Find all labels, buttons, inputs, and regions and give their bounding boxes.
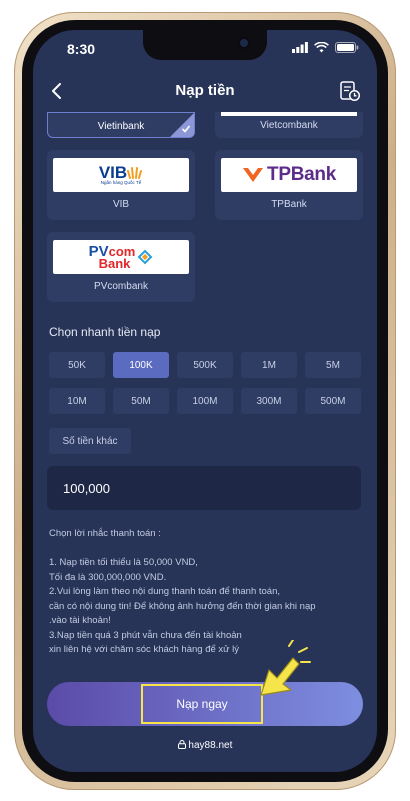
bank-card-vietcombank[interactable]: Vietcombank (215, 112, 363, 138)
bank-logo-tpbank: TPBank (221, 158, 357, 192)
pointer-arrow-icon (260, 640, 311, 696)
bank-logo-vib: VIB Ngân hàng Quốc Tế (53, 158, 189, 192)
amount-option-50k[interactable]: 50K (49, 352, 105, 378)
amount-option-500m[interactable]: 500M (305, 388, 361, 414)
pvcombank-emblem-icon (137, 249, 153, 265)
amount-option-10m[interactable]: 10M (49, 388, 105, 414)
bank-logo-vietcombank (221, 112, 357, 116)
note-line: Tối đa là 300,000,000 VND. (49, 571, 167, 583)
amount-option-100k[interactable]: 100K (113, 352, 169, 378)
note-line: 1. Nạp tiền tối thiểu là 50,000 VND, (49, 557, 198, 568)
footer-domain: hay88.net (33, 740, 377, 751)
bank-label-vib: VIB (112, 199, 130, 210)
quick-amount-title: Chọn nhanh tiền nạp (49, 325, 161, 339)
note-line: 2.Vui lòng làm theo nội dung thanh toán … (49, 586, 280, 597)
bank-card-pvcombank[interactable]: PVcom Bank PVcombank (47, 232, 195, 302)
vib-logo-subtext: Ngân hàng Quốc Tế (100, 180, 142, 186)
amount-option-5m[interactable]: 5M (305, 352, 361, 378)
vib-sun-icon (127, 166, 143, 179)
bank-label-pvcombank: PVcombank (94, 281, 148, 292)
history-icon[interactable] (339, 80, 361, 102)
check-icon (181, 125, 191, 133)
wifi-icon (314, 42, 329, 53)
note-line: 3.Nạp tiền quá 3 phút vẫn chưa đến tài k… (49, 629, 242, 641)
amount-input[interactable]: 100,000 (47, 466, 361, 510)
status-time: 8:30 (67, 41, 96, 57)
submit-label: Nạp ngay (176, 697, 228, 711)
bank-card-tpbank[interactable]: TPBank TPBank (215, 150, 363, 220)
amount-option-100m[interactable]: 100M (177, 388, 233, 414)
payment-notes: 1. Nạp tiền tối thiểu là 50,000 VND, Tối… (49, 556, 367, 658)
note-line: .vào tài khoản! (49, 615, 111, 626)
amount-option-1m[interactable]: 1M (241, 352, 297, 378)
note-line: cần có nội dung tin! Để không ảnh hưởng … (49, 600, 316, 612)
status-icons (292, 42, 359, 53)
page-title: Nạp tiền (175, 82, 235, 99)
bank-logo-pvcombank: PVcom Bank (53, 240, 189, 274)
other-amount-button[interactable]: Số tiền khác (49, 428, 131, 454)
signal-icon (292, 42, 308, 53)
note-line: xin liên hệ với chăm sóc khách hàng để x… (49, 644, 240, 655)
battery-icon (335, 42, 359, 53)
vib-logo-text: VIB (98, 163, 128, 183)
lock-icon (177, 740, 186, 749)
pvcombank-logo-bank: Bank (98, 256, 131, 272)
amount-option-300m[interactable]: 300M (241, 388, 297, 414)
tpbank-emblem-icon (243, 168, 264, 182)
amount-option-500k[interactable]: 500K (177, 352, 233, 378)
bank-card-vietinbank[interactable]: Vietinbank (47, 112, 195, 138)
bank-label-tpbank: TPBank (271, 199, 307, 210)
header: Nạp tiền (33, 74, 377, 108)
quick-amount-grid: 50K 100K 500K 1M 5M 10M 50M 100M 300M 50… (49, 352, 363, 414)
bank-label-vietcombank: Vietcombank (260, 120, 318, 131)
notes-title: Chọn lời nhắc thanh toán : (49, 528, 161, 539)
bank-card-vib[interactable]: VIB Ngân hàng Quốc Tế VIB (47, 150, 195, 220)
footer-domain-text: hay88.net (188, 740, 233, 751)
amount-option-50m[interactable]: 50M (113, 388, 169, 414)
camera-dot (240, 39, 248, 47)
tpbank-logo-text: TPBank (267, 164, 336, 185)
app-screen: 8:30 Nạp tiền Vietinbank Vietcombank VIB… (33, 30, 377, 772)
notch (143, 30, 267, 60)
